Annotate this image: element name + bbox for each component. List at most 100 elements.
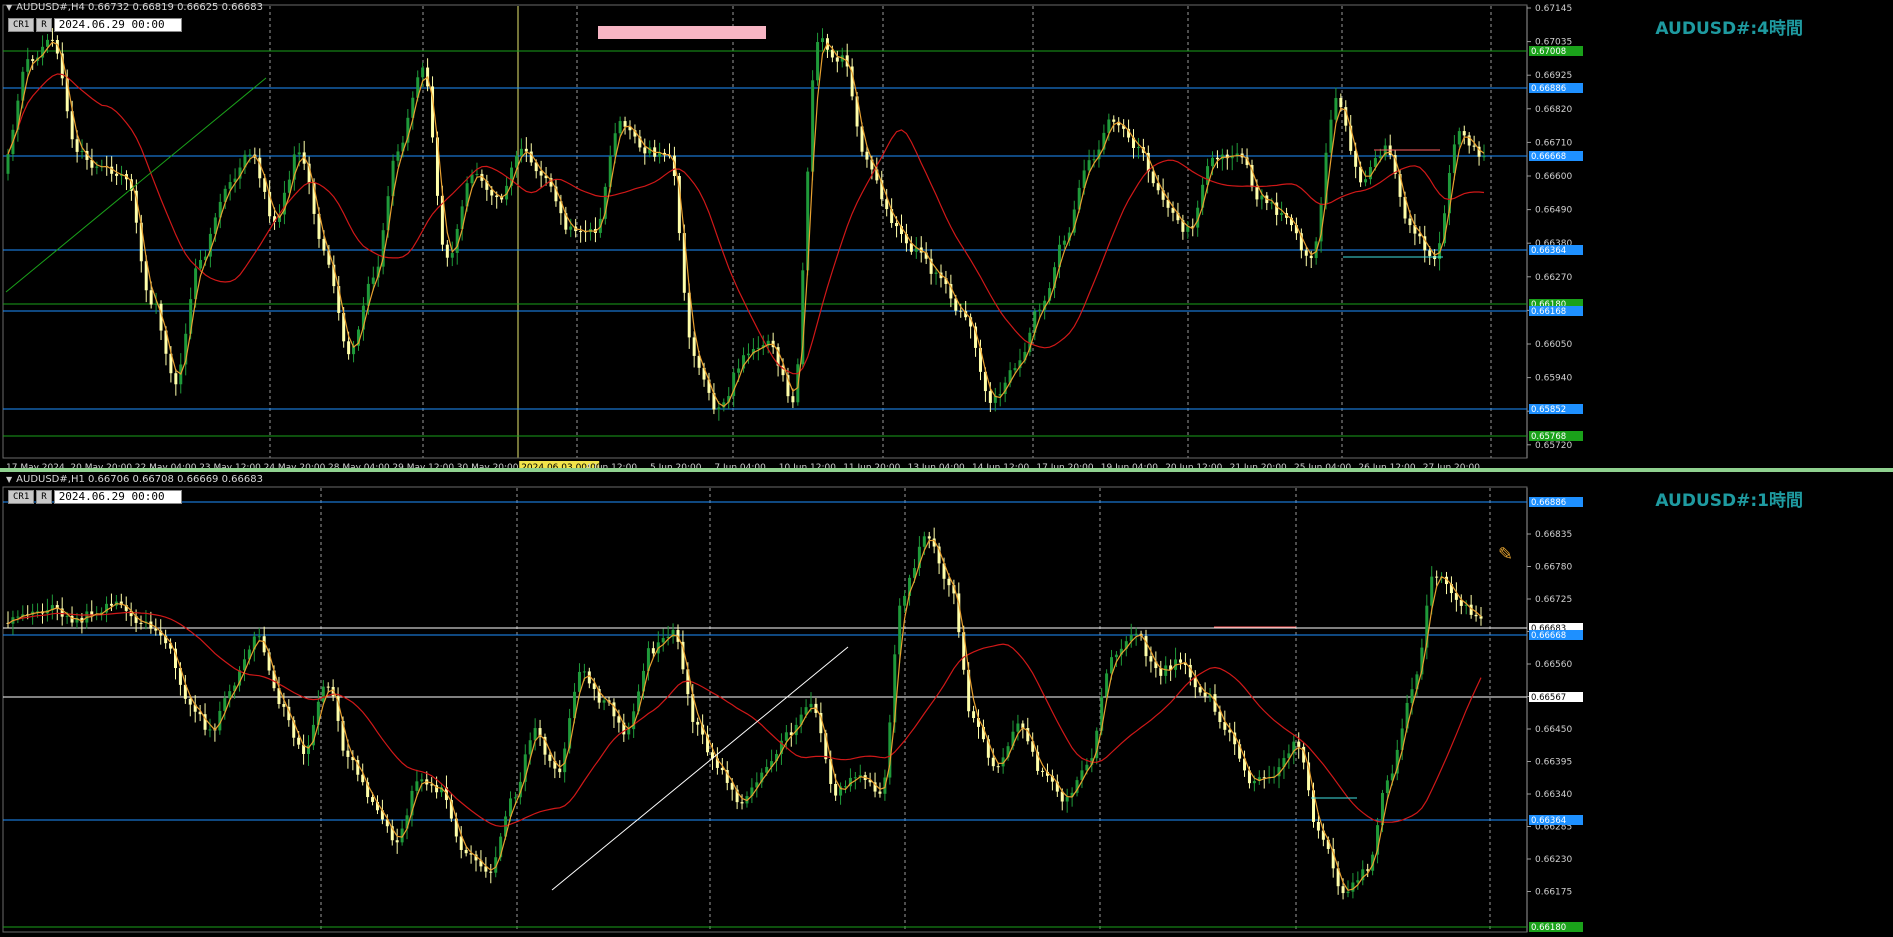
candle-body (174, 373, 178, 385)
candle-body (1136, 147, 1140, 149)
candle-body (996, 766, 1000, 768)
price-tag-label: 0.66886 (1531, 498, 1566, 508)
candle-body (1351, 882, 1355, 892)
candle-body (1297, 741, 1301, 747)
candle-body (1368, 167, 1372, 180)
candle-body (1339, 97, 1343, 108)
price-tag-label: 0.65852 (1531, 405, 1566, 415)
candle-body (756, 347, 760, 350)
h1-date-input[interactable]: 2024.06.29 00:00 (53, 490, 182, 504)
candle-body (371, 797, 375, 802)
candle-body (1255, 187, 1259, 200)
candle-body (199, 259, 203, 269)
candle-body (26, 59, 30, 72)
price-tag-label: 0.66668 (1531, 631, 1566, 641)
candle-body (853, 777, 857, 779)
candle-body (1309, 255, 1313, 259)
h4-header-text: AUDUSD#,H4 0.66732 0.66819 0.66625 0.666… (16, 2, 263, 13)
candle-body (623, 121, 627, 127)
candle-body (1134, 633, 1138, 635)
candle-body (651, 648, 655, 654)
candle-body (80, 150, 84, 152)
candle-body (248, 154, 252, 156)
candle-body (395, 840, 399, 843)
h4-date-input[interactable]: 2024.06.29 00:00 (53, 18, 182, 32)
chart-pane-h1[interactable]: 0.668350.667800.667250.666150.665600.665… (0, 472, 1893, 937)
price-tick-label: 0.66925 (1535, 71, 1572, 81)
candle-body (618, 121, 622, 134)
candle-body (347, 341, 351, 355)
price-tick-label: 0.66450 (1535, 725, 1572, 735)
candle-body (1198, 687, 1202, 693)
candle-body (95, 166, 99, 168)
price-tag-label: 0.66364 (1531, 246, 1566, 256)
candle-body (533, 728, 537, 741)
trend-line[interactable] (551, 646, 849, 891)
candle-body (717, 407, 721, 410)
candle-body (322, 238, 326, 251)
candle-body (809, 703, 813, 708)
candle-body (1144, 636, 1148, 657)
candle-body (816, 42, 820, 81)
candle-body (475, 173, 479, 175)
pink-marker-rect[interactable] (598, 26, 766, 39)
candle-body (149, 290, 153, 305)
price-tick-label: 0.66600 (1535, 172, 1572, 182)
price-tag-label: 0.67008 (1531, 47, 1566, 57)
price-tick-label: 0.66710 (1535, 138, 1572, 148)
candle-body (959, 310, 963, 312)
candle-body (865, 151, 869, 160)
candle-body (489, 871, 493, 873)
plot-frame (2, 4, 1528, 459)
candle-body (1065, 796, 1069, 802)
h4-cr-button[interactable]: CR1 (8, 18, 35, 32)
crosshair-cursor-icon: ✎ (1498, 544, 1514, 565)
candle-body (1038, 309, 1042, 312)
candle-body (45, 39, 49, 47)
candle-body (50, 39, 54, 41)
candle-body (1435, 576, 1439, 578)
h1-r-button[interactable]: R (36, 490, 52, 504)
candle-body (791, 396, 795, 403)
price-tag-label: 0.66180 (1531, 923, 1566, 933)
candle-body (569, 226, 573, 230)
candle-body (1385, 780, 1389, 793)
candle-body (582, 671, 586, 673)
candle-body (661, 638, 665, 643)
price-tick-label: 0.66395 (1535, 758, 1572, 768)
candle-body (297, 152, 301, 155)
price-tick-label: 0.66175 (1535, 888, 1572, 898)
candle-body (1252, 781, 1256, 784)
candle-body (519, 148, 523, 156)
candle-body (922, 536, 926, 547)
price-tick-label: 0.66270 (1535, 273, 1572, 283)
h1-cr-button[interactable]: CR1 (8, 490, 35, 504)
price-tick-label: 0.66780 (1535, 563, 1572, 573)
candle-body (470, 174, 474, 184)
candle-body (495, 195, 499, 198)
candle-body (843, 786, 847, 788)
plot-frame (2, 486, 1528, 933)
candle-body (346, 750, 350, 757)
candle-body (627, 729, 631, 735)
chart-pane-h4[interactable]: 0.67145 0.67035 0.66925 0.66820 0.66710 0.666… (0, 0, 1893, 468)
h4-chart-canvas[interactable]: 0.671450.670350.669250.668200.667100.666… (0, 0, 1893, 468)
candle-body (228, 691, 232, 699)
candle-body (1280, 213, 1284, 215)
candle-body (834, 783, 838, 796)
h1-chart-canvas[interactable]: 0.668350.667800.667250.666150.665600.665… (0, 472, 1893, 937)
candle-body (1316, 821, 1320, 831)
candle-body (65, 615, 69, 617)
price-tick-label: 0.66725 (1535, 595, 1572, 605)
collapse-triangle-icon[interactable]: ▼ (6, 3, 12, 12)
trend-line[interactable] (5, 77, 267, 293)
h1-header-text: AUDUSD#,H1 0.66706 0.66708 0.66669 0.666… (16, 474, 263, 485)
collapse-triangle-icon[interactable]: ▼ (6, 475, 12, 484)
h4-r-button[interactable]: R (36, 18, 52, 32)
h4-header: ▼ AUDUSD#,H4 0.66732 0.66819 0.66625 0.66… (6, 2, 263, 13)
candle-body (1472, 145, 1476, 147)
candle-body (420, 779, 424, 782)
candle-body (1482, 156, 1486, 158)
candle-body (371, 277, 375, 284)
candle-body (821, 38, 825, 43)
